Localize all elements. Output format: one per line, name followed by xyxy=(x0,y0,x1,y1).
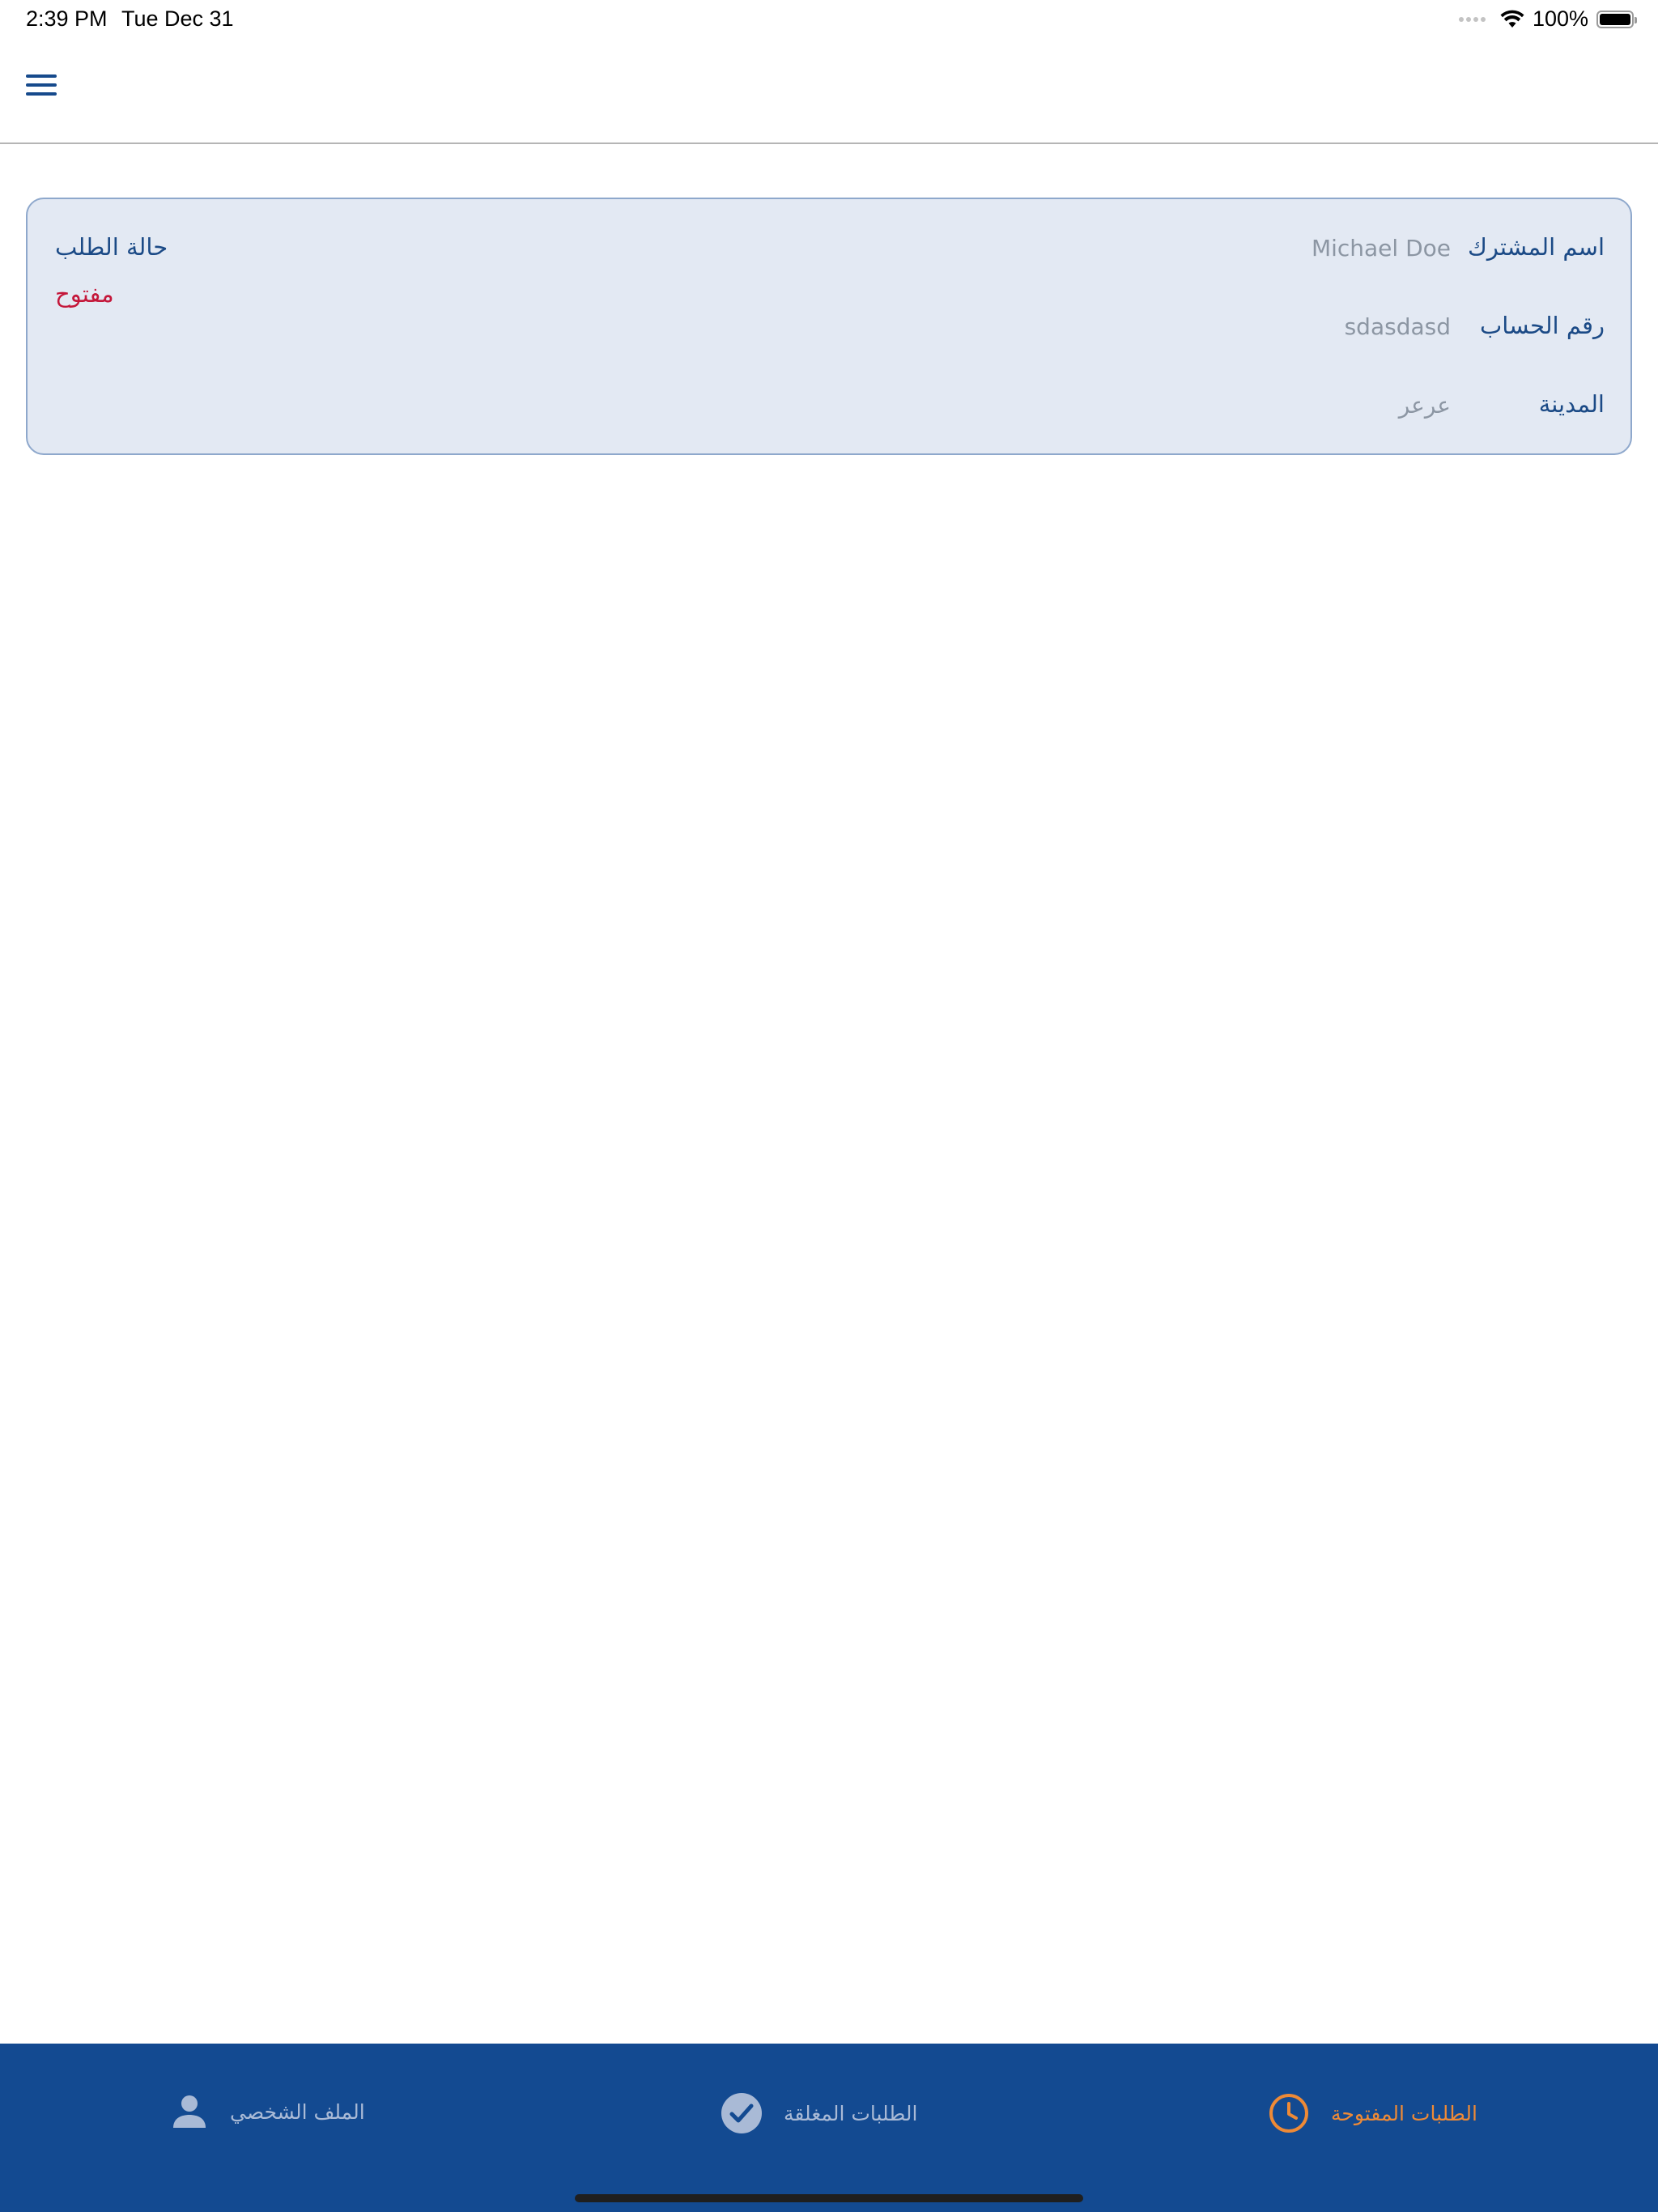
battery-icon xyxy=(1596,10,1637,28)
account-number-label: رقم الحساب xyxy=(1479,312,1605,339)
status-bar: 2:39 PM Tue Dec 31 100% xyxy=(0,0,1658,39)
hamburger-icon-line xyxy=(26,92,57,96)
hamburger-icon-line xyxy=(26,83,57,87)
tab-closed-requests[interactable]: الطلبات المغلقة xyxy=(721,2092,917,2134)
tab-profile-label: الملف الشخصي xyxy=(230,2099,365,2124)
request-status-value: مفتوح xyxy=(55,280,114,308)
battery-percentage: 100% xyxy=(1532,6,1588,31)
tab-profile[interactable]: الملف الشخصي xyxy=(170,2092,365,2131)
hamburger-icon-line xyxy=(26,74,57,78)
subscriber-name-label: اسم المشترك xyxy=(1467,233,1605,261)
subscriber-name-value: Michael Doe xyxy=(1311,235,1451,262)
check-circle-icon xyxy=(721,2093,762,2133)
home-indicator xyxy=(575,2194,1083,2202)
city-label: المدينة xyxy=(1538,390,1605,418)
city-value: عرعر xyxy=(1398,392,1451,419)
request-status-label: حالة الطلب xyxy=(55,233,168,261)
person-icon xyxy=(173,2095,206,2128)
tab-open-requests-label: الطلبات المفتوحة xyxy=(1331,2101,1477,2125)
request-card[interactable]: اسم المشترك Michael Doe رقم الحساب sdasd… xyxy=(26,198,1632,455)
wifi-icon xyxy=(1500,10,1524,28)
status-time: 2:39 PM xyxy=(26,6,108,31)
account-number-value: sdasdasd xyxy=(1344,313,1451,340)
status-date: Tue Dec 31 xyxy=(121,6,234,31)
cellular-signal-icon xyxy=(1458,16,1486,22)
tab-open-requests[interactable]: الطلبات المفتوحة xyxy=(1268,2092,1477,2134)
app-header xyxy=(0,39,1658,144)
menu-button[interactable] xyxy=(26,74,58,104)
status-indicators: 100% xyxy=(1458,6,1637,32)
tab-closed-requests-label: الطلبات المغلقة xyxy=(784,2101,918,2125)
page: 2:39 PM Tue Dec 31 100% اسم المشترك Mich… xyxy=(0,0,1658,2212)
clock-icon xyxy=(1269,2094,1308,2133)
bottom-tab-bar: الملف الشخصي الطلبات المغلقة الطلبات الم… xyxy=(0,2044,1658,2212)
